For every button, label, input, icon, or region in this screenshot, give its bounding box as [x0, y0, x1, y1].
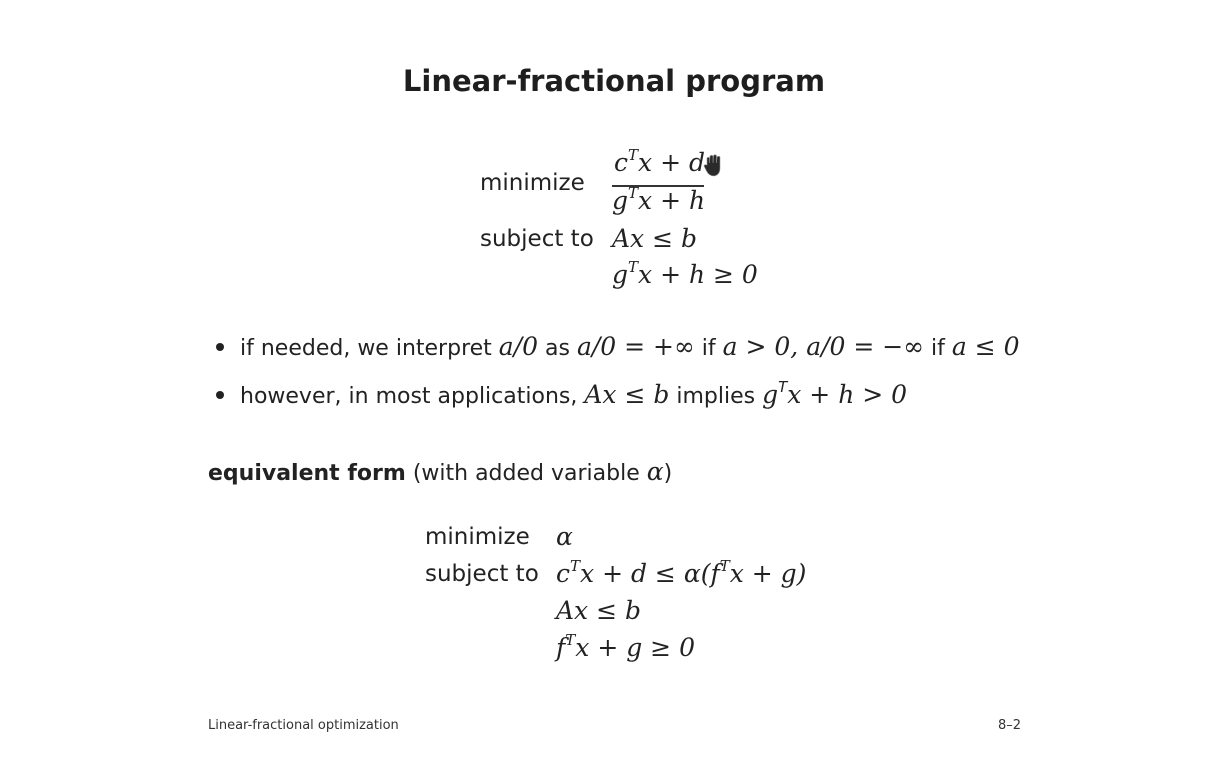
bullet-text: implies — [669, 384, 763, 409]
bullet-text: as — [538, 336, 577, 361]
program2-subject-to-label: subject to — [425, 561, 539, 587]
math-expr: a/0 — [498, 332, 539, 361]
program1-minimize-label: minimize — [480, 170, 585, 196]
math-expr: Ax ≤ b — [584, 380, 670, 409]
math-expr: x + g ≥ 0 — [575, 633, 695, 662]
math-sup: T — [570, 557, 581, 575]
program2-constraint1: cTx + d ≤ α(fTx + g) — [556, 557, 807, 589]
math-expr: a/0 = +∞ — [576, 332, 695, 361]
math-expr: x + g) — [729, 559, 807, 588]
section-heading-bold: equivalent form — [208, 461, 406, 486]
program1-denominator: gTx + h — [612, 184, 706, 216]
math-expr: Ax ≤ b — [556, 596, 641, 625]
page-number: 8–2 — [998, 718, 1022, 733]
program2-constraint3: fTx + g ≥ 0 — [556, 631, 695, 663]
footer-title: Linear-fractional optimization — [208, 718, 399, 733]
math-var: c — [556, 559, 571, 588]
program1-constraint2: gTx + h ≥ 0 — [612, 258, 758, 290]
bullet-text: if needed, we interpret — [240, 336, 499, 361]
bullet-2: however, in most applications, Ax ≤ b im… — [240, 378, 908, 410]
math-sup: T — [628, 146, 639, 164]
section-heading: equivalent form (with added variable α) — [208, 457, 672, 486]
section-heading-text: (with added variable — [405, 461, 647, 486]
math-rest: x + d — [638, 148, 705, 177]
program2-objective: α — [556, 522, 573, 551]
bullet-text: if — [694, 336, 723, 361]
math-sup: T — [628, 258, 639, 276]
slide-title: Linear-fractional program — [402, 64, 826, 98]
bullet-dot — [216, 391, 224, 399]
bullet-dot — [216, 343, 224, 351]
math-rest: x + h — [638, 186, 706, 215]
bullet-1: if needed, we interpret a/0 as a/0 = +∞ … — [240, 332, 1020, 361]
hand-grab-icon — [703, 154, 721, 177]
math-var: c — [614, 148, 629, 177]
math-var: α — [646, 457, 664, 486]
program1-subject-to-label: subject to — [480, 226, 594, 252]
section-heading-text: ) — [663, 461, 673, 486]
math-var: α — [556, 522, 573, 551]
math-var: g — [612, 186, 629, 215]
math-var: f — [556, 633, 566, 662]
math-expr: Ax ≤ b — [612, 224, 697, 253]
math-expr: a ≤ 0 — [951, 332, 1020, 361]
math-sup: T — [628, 184, 639, 202]
math-rest: x + h ≥ 0 — [638, 260, 758, 289]
math-expr: x + h > 0 — [787, 380, 908, 409]
program2-constraint2: Ax ≤ b — [556, 596, 641, 625]
program1-constraint1: Ax ≤ b — [612, 224, 697, 253]
bullet-text: if — [924, 336, 952, 361]
math-sup: T — [565, 631, 576, 649]
math-var: g — [612, 260, 629, 289]
math-var: g — [762, 380, 779, 409]
math-expr: x + d ≤ α(f — [580, 559, 720, 588]
math-sup: T — [719, 557, 730, 575]
bullet-text: however, in most applications, — [240, 384, 585, 409]
program1-numerator: cTx + d — [614, 146, 705, 178]
math-sup: T — [778, 378, 788, 396]
math-expr: a > 0, a/0 = −∞ — [722, 332, 925, 361]
program2-minimize-label: minimize — [425, 524, 530, 550]
